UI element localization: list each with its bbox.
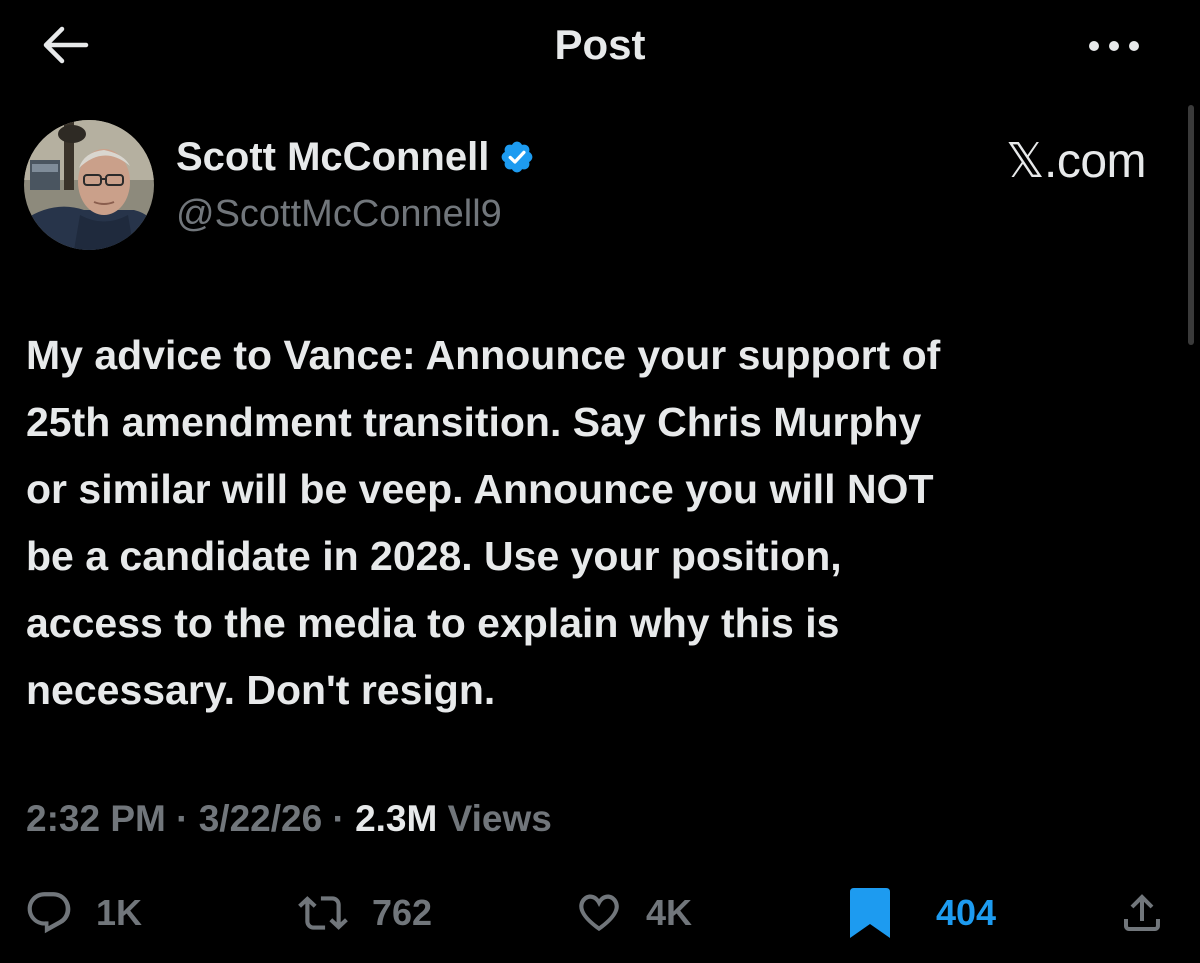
- scrollbar[interactable]: [1188, 105, 1194, 345]
- reply-button[interactable]: 1K: [24, 878, 142, 948]
- avatar-photo: [24, 120, 154, 250]
- more-options-button[interactable]: [1084, 26, 1144, 66]
- avatar[interactable]: [24, 120, 154, 250]
- share-icon: [1124, 894, 1160, 931]
- views-label[interactable]: Views: [437, 798, 552, 839]
- verified-badge-icon: [501, 141, 533, 173]
- source-label: 𝕏.com: [1005, 135, 1147, 188]
- top-bar: Post: [0, 0, 1200, 90]
- author-name[interactable]: Scott McConnell: [176, 132, 489, 182]
- reply-count: 1K: [96, 892, 143, 933]
- repost-icon: [298, 896, 348, 930]
- page-title: Post: [554, 21, 646, 68]
- more-horizontal-icon: [1089, 41, 1139, 51]
- heart-icon: [579, 894, 619, 932]
- author-name-row[interactable]: Scott McConnell: [176, 132, 535, 182]
- meta-separator: ·: [165, 798, 199, 839]
- action-bar: 1K 762 4K 404: [0, 878, 1200, 948]
- post-date: 3/22/26: [198, 798, 323, 839]
- post-text: My advice to Vance: Announce your suppor…: [26, 332, 941, 713]
- post-time: 2:32 PM: [26, 798, 166, 839]
- post-meta: 2:32 PM · 3/22/26 · 2.3M Views: [26, 795, 552, 843]
- repost-button[interactable]: 762: [296, 878, 432, 948]
- post-detail-page: Post Scott McConnell @ScottMcConnell9 𝕏.…: [0, 0, 1200, 963]
- reply-icon: [27, 892, 71, 934]
- repost-count: 762: [372, 892, 433, 933]
- like-count: 4K: [646, 892, 693, 933]
- bookmark-button[interactable]: 404: [848, 878, 996, 948]
- bookmark-count: 404: [936, 892, 997, 933]
- views-count[interactable]: 2.3M: [355, 798, 437, 839]
- meta-separator: ·: [322, 798, 356, 839]
- author-handle[interactable]: @ScottMcConnell9: [176, 190, 502, 238]
- share-button[interactable]: [1118, 878, 1166, 948]
- like-button[interactable]: 4K: [572, 878, 692, 948]
- bookmark-icon: [850, 888, 890, 938]
